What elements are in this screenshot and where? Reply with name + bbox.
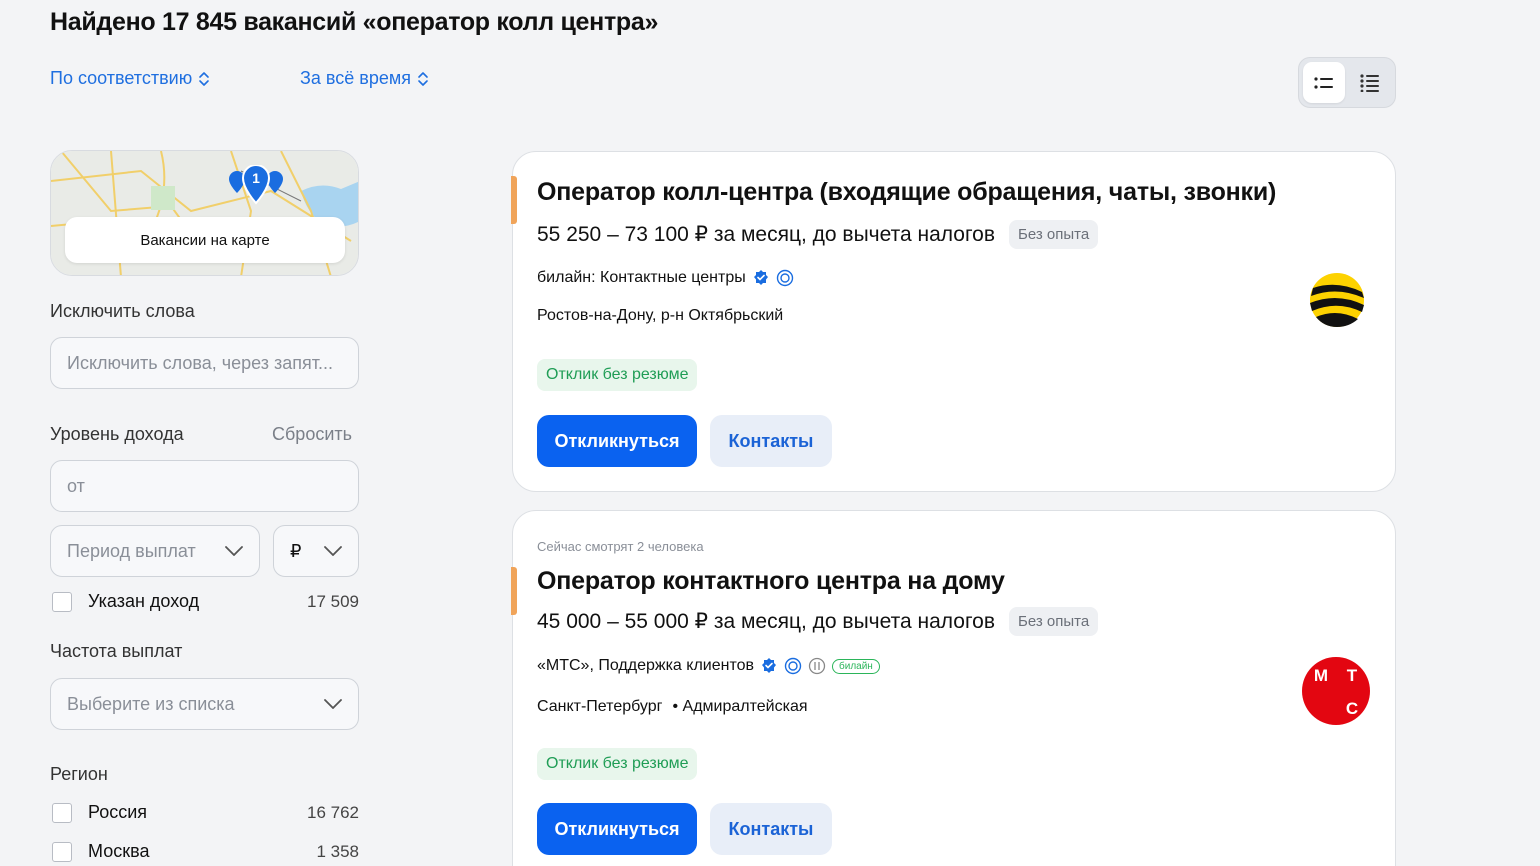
list-detailed-icon [1360,73,1379,92]
frequency-select[interactable]: Выберите из списка [50,678,359,730]
mts-logo-letter: С [1346,699,1358,718]
chevron-down-icon [324,546,342,556]
metro-station: • Адмиралтейская [672,698,808,715]
chevron-down-icon [225,546,243,556]
company-name-link[interactable]: «МТС», Поддержка клиентов [537,657,754,675]
sort-chevron-icon [199,71,210,86]
beeline-logo-icon [1310,273,1364,327]
region-item[interactable]: Россия 16 762 [52,802,359,823]
no-resume-tag: Отклик без резюме [537,748,698,780]
sort-period-label: За всё время [300,68,411,88]
income-from-placeholder: от [67,475,85,496]
vacancy-card: Оператор колл-центра (входящие обращения… [511,151,1396,492]
income-specified-count: 17 509 [307,591,359,611]
compact-view-button[interactable] [1303,62,1345,103]
chevron-down-icon [324,699,342,709]
vacancy-card: Сейчас смотрят 2 человека Оператор конта… [511,510,1396,866]
frequency-label: Частота выплат [50,641,183,661]
apply-button[interactable]: Откликнуться [537,803,697,855]
vacancy-title-link[interactable]: Оператор контактного центра на дому [537,567,1005,596]
sort-chevron-icon [418,71,428,86]
mts-logo-letter: Т [1347,666,1358,685]
vacancy-salary: 55 250 – 73 100 ₽ за месяц, до вычета на… [537,223,995,246]
list-compact-icon [1314,76,1333,89]
map-label: Вакансии на карте [65,217,345,263]
vacancy-title-link[interactable]: Оператор колл-центра (входящие обращения… [537,178,1276,207]
sort-relevance-dropdown[interactable]: По соответствию [50,68,210,89]
apply-button[interactable]: Откликнуться [537,415,697,467]
viewers-count: Сейчас смотрят 2 человека [537,539,704,554]
verified-icon [753,270,768,285]
currency-value: ₽ [290,540,302,561]
frequency-placeholder: Выберите из списка [67,693,235,714]
card-accent-bar [511,567,517,615]
mts-logo-icon: М Т С [1302,657,1370,725]
exclude-words-label: Исключить слова [50,301,195,321]
map-pin-icon: 1 [229,165,283,205]
region-checkbox[interactable] [52,802,72,823]
region-label: Регион [50,764,108,784]
map-pin-count: 1 [252,170,260,186]
employer-badge: билайн [832,658,880,674]
income-label: Уровень дохода [50,424,184,444]
income-reset-link[interactable]: Сбросить [272,424,352,445]
map-preview[interactable]: 1 Вакансии на карте [50,150,359,276]
mts-logo-letter: М [1314,666,1328,685]
vacancy-location: Санкт-Петербург [537,698,663,715]
region-checkbox[interactable] [52,841,72,862]
income-from-input[interactable]: от [50,460,359,512]
contacts-button[interactable]: Контакты [710,415,832,467]
region-count: 16 762 [307,802,359,822]
income-specified-label: Указан доход [88,591,200,611]
page-title: Найдено 17 845 вакансий «оператор колл ц… [50,8,659,36]
exclude-words-placeholder: Исключить слова, через запят... [67,352,334,373]
vacancy-location: Ростов-на-Дону, р-н Октябрьский [537,307,784,324]
company-name-link[interactable]: билайн: Контактные центры [537,269,746,287]
payment-period-placeholder: Период выплат [67,540,196,561]
income-specified-checkbox[interactable] [52,591,72,612]
region-count: 1 358 [316,841,359,861]
currency-select[interactable]: ₽ [273,525,359,577]
vacancy-salary: 45 000 – 55 000 ₽ за месяц, до вычета на… [537,610,995,633]
experience-tag: Без опыта [1008,220,1099,249]
income-specified-checkbox-row[interactable]: Указан доход 17 509 [52,591,359,612]
sort-relevance-label: По соответствию [50,68,193,88]
payment-period-select[interactable]: Период выплат [50,525,260,577]
rating-icon [808,657,826,675]
accredited-it-icon [776,269,793,287]
no-resume-tag: Отклик без резюме [537,359,698,391]
contacts-button[interactable]: Контакты [710,803,832,855]
experience-tag: Без опыта [1008,607,1099,636]
sort-period-dropdown[interactable]: За всё время [300,68,429,89]
detailed-view-button[interactable] [1349,62,1391,103]
view-toggle [1298,57,1396,108]
card-accent-bar [511,176,517,224]
exclude-words-input[interactable]: Исключить слова, через запят... [50,337,359,389]
verified-icon [762,658,776,673]
region-name: Россия [88,802,148,822]
region-item[interactable]: Москва 1 358 [52,841,359,862]
region-name: Москва [88,841,150,861]
accredited-it-icon [784,657,802,675]
